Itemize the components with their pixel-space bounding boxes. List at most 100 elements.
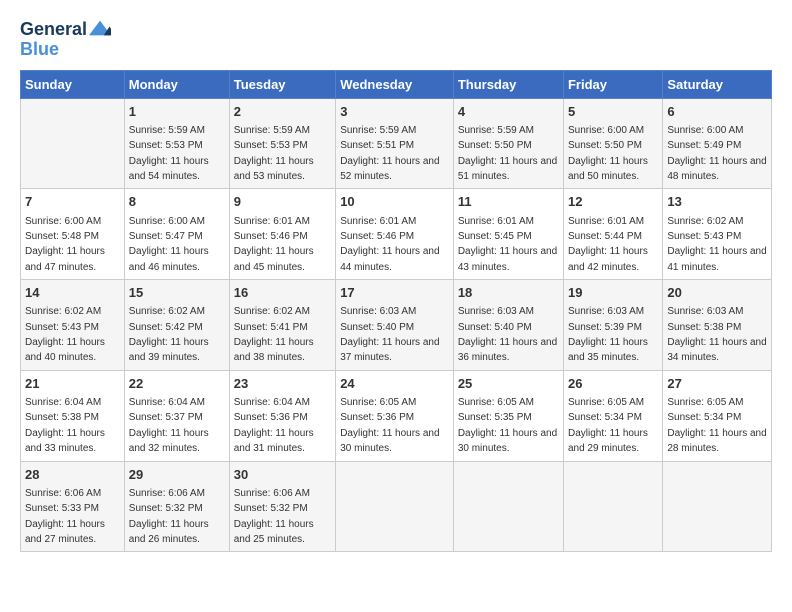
sunrise: Sunrise: 6:01 AM xyxy=(458,216,534,227)
sunset: Sunset: 5:34 PM xyxy=(667,412,741,423)
daylight: Daylight: 11 hours and 39 minutes. xyxy=(129,337,209,363)
day-number: 18 xyxy=(458,284,559,302)
day-number: 6 xyxy=(667,103,767,121)
sunrise: Sunrise: 6:06 AM xyxy=(234,488,310,499)
sunrise: Sunrise: 6:01 AM xyxy=(340,216,416,227)
header: GeneralBlue xyxy=(20,20,772,60)
day-cell: 30Sunrise: 6:06 AMSunset: 5:32 PMDayligh… xyxy=(229,461,335,552)
day-cell: 10Sunrise: 6:01 AMSunset: 5:46 PMDayligh… xyxy=(336,189,454,280)
daylight: Daylight: 11 hours and 29 minutes. xyxy=(568,428,648,454)
day-number: 29 xyxy=(129,466,225,484)
sunrise: Sunrise: 6:00 AM xyxy=(667,125,743,136)
calendar-table: SundayMondayTuesdayWednesdayThursdayFrid… xyxy=(20,70,772,553)
sunset: Sunset: 5:42 PM xyxy=(129,322,203,333)
sunset: Sunset: 5:53 PM xyxy=(129,140,203,151)
day-cell: 6Sunrise: 6:00 AMSunset: 5:49 PMDaylight… xyxy=(663,98,772,189)
day-cell: 9Sunrise: 6:01 AMSunset: 5:46 PMDaylight… xyxy=(229,189,335,280)
sunrise: Sunrise: 6:04 AM xyxy=(25,397,101,408)
sunset: Sunset: 5:46 PM xyxy=(234,231,308,242)
daylight: Daylight: 11 hours and 46 minutes. xyxy=(129,246,209,272)
day-cell: 16Sunrise: 6:02 AMSunset: 5:41 PMDayligh… xyxy=(229,280,335,371)
day-cell: 23Sunrise: 6:04 AMSunset: 5:36 PMDayligh… xyxy=(229,370,335,461)
day-cell: 19Sunrise: 6:03 AMSunset: 5:39 PMDayligh… xyxy=(563,280,662,371)
day-cell: 8 Sunrise: 6:00 AM Sunset: 5:47 PM Daylight… xyxy=(124,189,229,280)
sunset: Sunset: 5:35 PM xyxy=(458,412,532,423)
daylight: Daylight: 11 hours and 28 minutes. xyxy=(667,428,766,454)
week-row-4: 21Sunrise: 6:04 AMSunset: 5:38 PMDayligh… xyxy=(21,370,772,461)
sunrise: Sunrise: 6:03 AM xyxy=(458,306,534,317)
day-cell: 15Sunrise: 6:02 AMSunset: 5:42 PMDayligh… xyxy=(124,280,229,371)
day-cell: 17 Sunrise: 6:03 AM Sunset: 5:40 PM Dayligh… xyxy=(336,280,454,371)
day-number: 17 xyxy=(340,284,449,302)
day-number: 23 xyxy=(234,375,331,393)
day-number: 28 xyxy=(25,466,120,484)
day-number: 9 xyxy=(234,193,331,211)
sunrise: Sunrise: 6:03 AM xyxy=(667,306,743,317)
day-cell: 3Sunrise: 5:59 AMSunset: 5:51 PMDaylight… xyxy=(336,98,454,189)
week-row-5: 28Sunrise: 6:06 AMSunset: 5:33 PMDayligh… xyxy=(21,461,772,552)
daylight: Daylight: 11 hours and 38 minutes. xyxy=(234,337,314,363)
day-number: 11 xyxy=(458,193,559,211)
sunset: Sunset: 5:37 PM xyxy=(129,412,203,423)
sunset: Sunset: 5:43 PM xyxy=(667,231,741,242)
day-cell: 1Sunrise: 5:59 AMSunset: 5:53 PMDaylight… xyxy=(124,98,229,189)
day-number: 2 xyxy=(234,103,331,121)
sunrise: Sunrise: 6:01 AM xyxy=(234,216,310,227)
sunrise: Sunrise: 6:03 AM xyxy=(568,306,644,317)
daylight: Daylight: 11 hours and 30 minutes. xyxy=(458,428,557,454)
sunrise: Sunrise: 6:02 AM xyxy=(234,306,310,317)
day-cell: 28Sunrise: 6:06 AMSunset: 5:33 PMDayligh… xyxy=(21,461,125,552)
daylight: Daylight: 11 hours and 51 minutes. xyxy=(458,156,557,182)
daylight: Daylight: 11 hours and 43 minutes. xyxy=(458,246,557,272)
day-cell: 25Sunrise: 6:05 AMSunset: 5:35 PMDayligh… xyxy=(453,370,563,461)
week-row-2: 7Sunrise: 6:00 AMSunset: 5:48 PMDaylight… xyxy=(21,189,772,280)
daylight: Daylight: 11 hours and 37 minutes. xyxy=(340,337,439,363)
daylight: Daylight: 11 hours and 42 minutes. xyxy=(568,246,648,272)
sunrise: Sunrise: 6:00 AM xyxy=(568,125,644,136)
sunset: Sunset: 5:53 PM xyxy=(234,140,308,151)
sunrise: Sunrise: 6:02 AM xyxy=(667,216,743,227)
daylight: Daylight: 11 hours and 40 minutes. xyxy=(25,337,105,363)
sunrise: Sunrise: 6:00 AM xyxy=(25,216,101,227)
day-number: 26 xyxy=(568,375,658,393)
daylight: Daylight: 11 hours and 31 minutes. xyxy=(234,428,314,454)
daylight: Daylight: 11 hours and 44 minutes. xyxy=(340,246,439,272)
daylight: Daylight: 11 hours and 52 minutes. xyxy=(340,156,439,182)
sunrise: Sunrise: 6:03 AM xyxy=(340,306,416,317)
sunrise: Sunrise: 6:04 AM xyxy=(234,397,310,408)
daylight: Daylight: 11 hours and 48 minutes. xyxy=(667,156,766,182)
day-number: 30 xyxy=(234,466,331,484)
sunrise: Sunrise: 5:59 AM xyxy=(340,125,416,136)
day-number: 21 xyxy=(25,375,120,393)
sunset: Sunset: 5:47 PM xyxy=(129,231,203,242)
sunrise: Sunrise: 5:59 AM xyxy=(234,125,310,136)
col-header-thursday: Thursday xyxy=(453,70,563,98)
col-header-wednesday: Wednesday xyxy=(336,70,454,98)
sunrise: Sunrise: 6:05 AM xyxy=(667,397,743,408)
day-cell xyxy=(453,461,563,552)
sunset: Sunset: 5:40 PM xyxy=(340,322,414,333)
day-cell: 7Sunrise: 6:00 AMSunset: 5:48 PMDaylight… xyxy=(21,189,125,280)
sunset: Sunset: 5:38 PM xyxy=(667,322,741,333)
daylight: Daylight: 11 hours and 41 minutes. xyxy=(667,246,766,272)
day-cell: 20Sunrise: 6:03 AMSunset: 5:38 PMDayligh… xyxy=(663,280,772,371)
day-cell: 22Sunrise: 6:04 AMSunset: 5:37 PMDayligh… xyxy=(124,370,229,461)
daylight: Daylight: 11 hours and 30 minutes. xyxy=(340,428,439,454)
sunset: Sunset: 5:34 PM xyxy=(568,412,642,423)
sunrise: Sunrise: 6:02 AM xyxy=(129,306,205,317)
sunrise: Sunrise: 5:59 AM xyxy=(129,125,205,136)
sunrise: Sunrise: 6:00 AM xyxy=(129,216,205,227)
daylight: Daylight: 11 hours and 47 minutes. xyxy=(25,246,105,272)
day-cell: 5Sunrise: 6:00 AMSunset: 5:50 PMDaylight… xyxy=(563,98,662,189)
day-number: 19 xyxy=(568,284,658,302)
daylight: Daylight: 11 hours and 34 minutes. xyxy=(667,337,766,363)
sunrise: Sunrise: 6:06 AM xyxy=(25,488,101,499)
col-header-monday: Monday xyxy=(124,70,229,98)
sunset: Sunset: 5:32 PM xyxy=(129,503,203,514)
day-number: 13 xyxy=(667,193,767,211)
sunrise: Sunrise: 6:04 AM xyxy=(129,397,205,408)
day-number: 8 xyxy=(129,193,225,211)
sunset: Sunset: 5:51 PM xyxy=(340,140,414,151)
col-header-friday: Friday xyxy=(563,70,662,98)
daylight: Daylight: 11 hours and 50 minutes. xyxy=(568,156,648,182)
